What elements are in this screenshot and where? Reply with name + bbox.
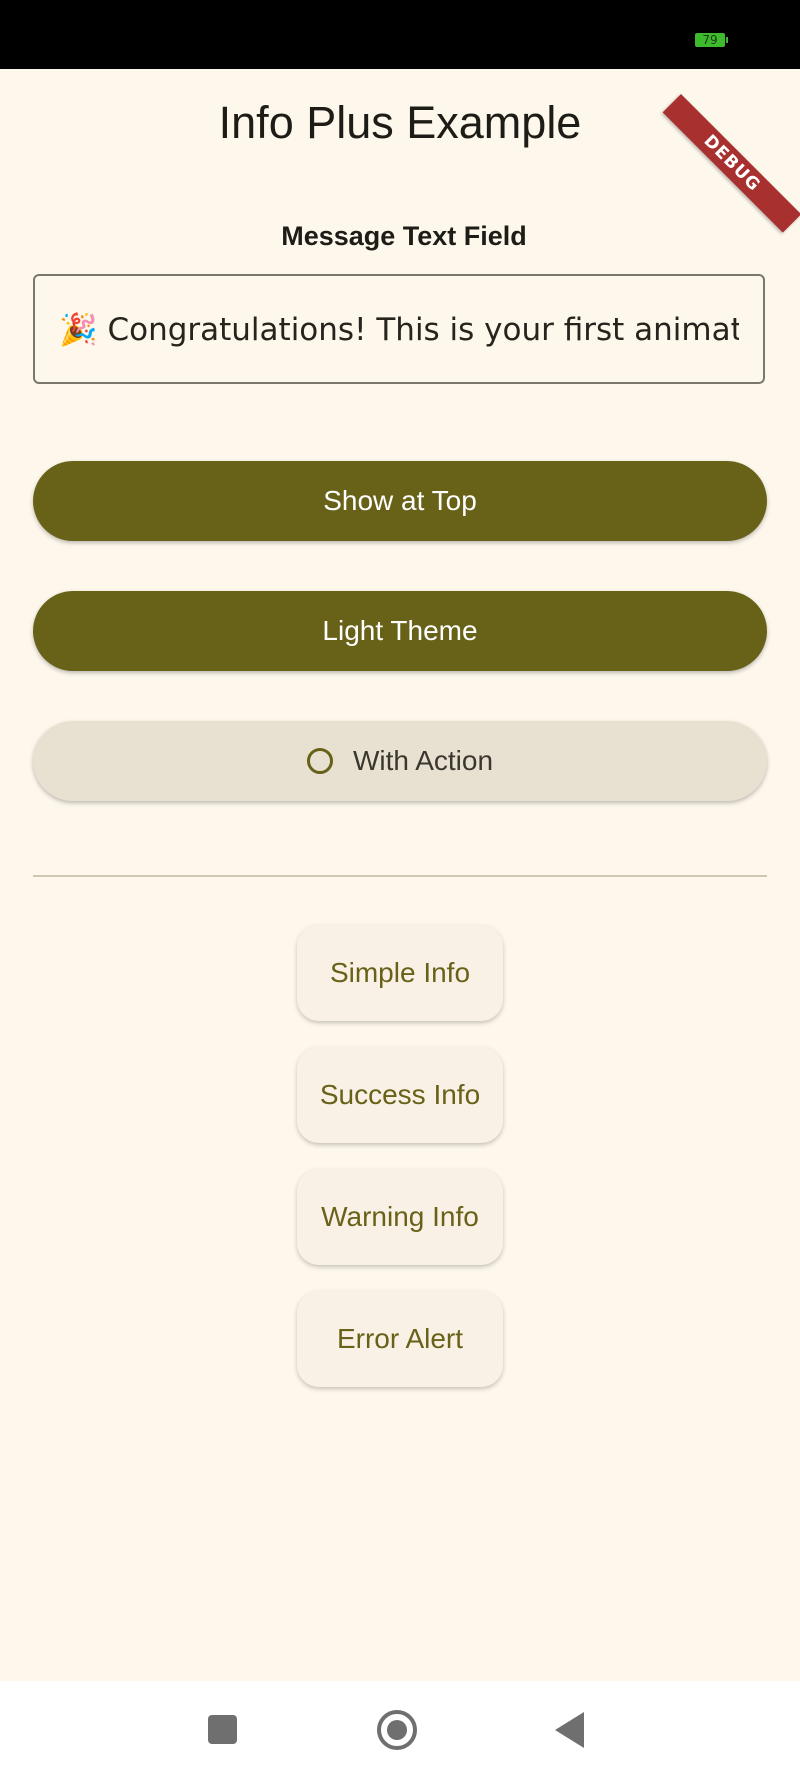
recents-square-icon[interactable] bbox=[208, 1715, 237, 1744]
with-action-button[interactable]: With Action bbox=[33, 721, 767, 801]
app-screen: Info Plus Example Message Text Field Sho… bbox=[0, 69, 800, 1681]
message-text-field[interactable] bbox=[33, 274, 765, 384]
success-info-button[interactable]: Success Info bbox=[297, 1047, 503, 1143]
simple-info-button[interactable]: Simple Info bbox=[297, 925, 503, 1021]
back-triangle-icon[interactable] bbox=[555, 1712, 584, 1748]
message-input[interactable] bbox=[59, 276, 739, 382]
status-bar: 79 bbox=[0, 0, 800, 69]
with-action-label: With Action bbox=[352, 745, 494, 776]
error-alert-button[interactable]: Error Alert bbox=[297, 1291, 503, 1387]
message-field-label: Message Text Field bbox=[281, 221, 527, 251]
radio-unchecked-icon bbox=[306, 748, 333, 774]
light-theme-button[interactable]: Light Theme bbox=[33, 591, 767, 671]
navigation-bar bbox=[0, 1681, 800, 1778]
show-at-top-button[interactable]: Show at Top bbox=[33, 461, 767, 541]
home-circle-icon[interactable] bbox=[377, 1710, 417, 1750]
divider bbox=[33, 875, 767, 877]
warning-info-button[interactable]: Warning Info bbox=[297, 1169, 503, 1265]
battery-icon: 79 bbox=[695, 33, 728, 47]
